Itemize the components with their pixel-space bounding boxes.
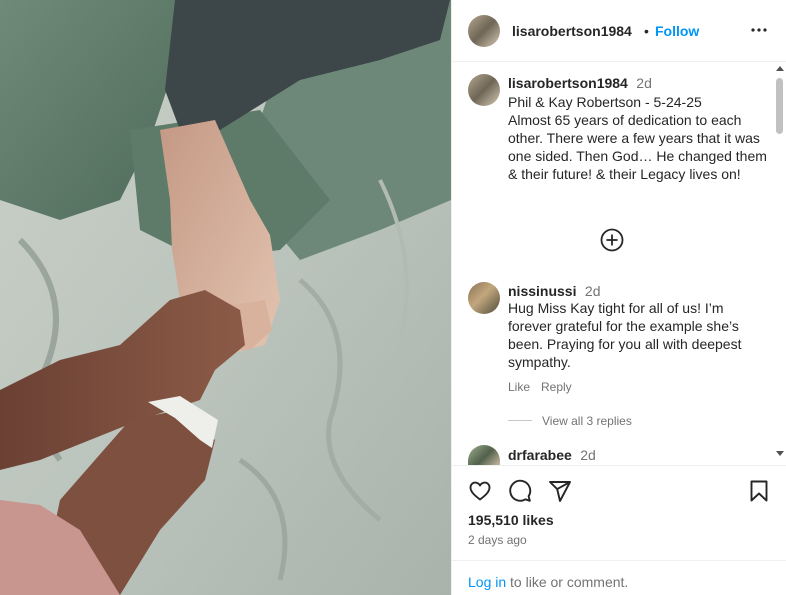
login-prompt-text: to like or comment. xyxy=(506,574,629,590)
caption-username[interactable]: lisarobertson1984 xyxy=(508,75,628,91)
follow-button[interactable]: Follow xyxy=(655,23,699,39)
hands-photo xyxy=(0,0,451,595)
likes-count[interactable]: 195,510 likes xyxy=(468,512,554,528)
comment-header: drfarabee 2d xyxy=(508,447,596,465)
post-photo[interactable] xyxy=(0,0,451,595)
view-replies-button[interactable]: View all 3 replies xyxy=(542,414,632,428)
comment-avatar[interactable] xyxy=(468,445,500,465)
comment-avatar[interactable] xyxy=(468,282,500,314)
scroll-down-icon[interactable] xyxy=(776,451,784,456)
post-header: lisarobertson1984 • Follow xyxy=(452,0,786,62)
comment-like-button[interactable]: Like xyxy=(508,380,530,394)
scroll-up-icon[interactable] xyxy=(776,66,784,71)
comment-time: 2d xyxy=(584,283,601,299)
caption-header: lisarobertson1984 2d xyxy=(508,75,652,93)
scrollbar-thumb[interactable] xyxy=(776,78,783,134)
comment-reply-button[interactable]: Reply xyxy=(541,380,572,394)
post-detail-panel: lisarobertson1984 • Follow lisarobertson… xyxy=(451,0,786,595)
caption-avatar[interactable] xyxy=(468,74,500,106)
send-icon[interactable] xyxy=(548,479,572,508)
separator-dot: • xyxy=(644,23,649,39)
post-age: 2 days ago xyxy=(468,533,527,547)
replies-divider xyxy=(508,420,532,421)
comment-username[interactable]: nissinussi xyxy=(508,283,576,299)
comment-username[interactable]: drfarabee xyxy=(508,447,572,463)
comment-text: Hug Miss Kay tight for all of us! I’m fo… xyxy=(508,300,742,370)
caption-time: 2d xyxy=(636,75,652,91)
login-divider xyxy=(452,560,786,561)
bookmark-icon[interactable] xyxy=(747,479,771,508)
author-username[interactable]: lisarobertson1984 xyxy=(512,23,632,39)
avatar[interactable] xyxy=(468,15,500,47)
comment-time: 2d xyxy=(580,447,596,463)
login-prompt: Log in to like or comment. xyxy=(468,574,628,590)
load-more-comments-button[interactable] xyxy=(600,228,624,252)
heart-icon[interactable] xyxy=(468,479,492,508)
plus-circle-icon xyxy=(600,228,624,252)
more-horizontal-icon[interactable] xyxy=(750,22,768,38)
comments-scrollbar[interactable] xyxy=(773,62,786,464)
actions-divider xyxy=(452,465,786,466)
caption-text: Phil & Kay Robertson - 5-24-25 Almost 65… xyxy=(508,94,767,182)
comment-icon[interactable] xyxy=(508,479,532,508)
login-link[interactable]: Log in xyxy=(468,574,506,590)
